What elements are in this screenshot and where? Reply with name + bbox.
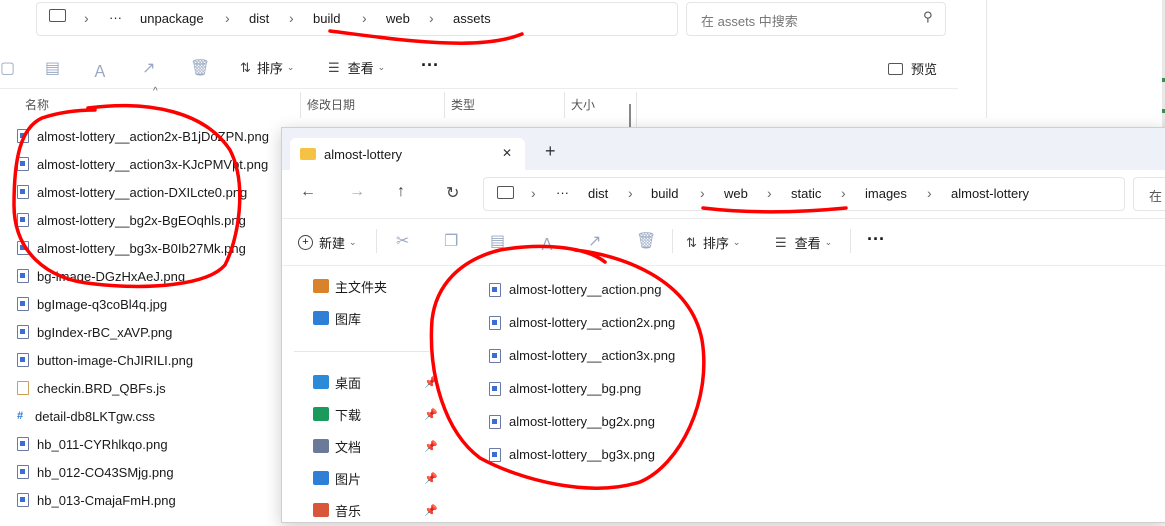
annotation-circle-front [429, 244, 706, 490]
annotation-circle-back [12, 103, 242, 289]
annotation-underline-back [328, 29, 524, 45]
annotation-layer [12, 29, 848, 490]
annotation-underline-front [701, 206, 848, 214]
